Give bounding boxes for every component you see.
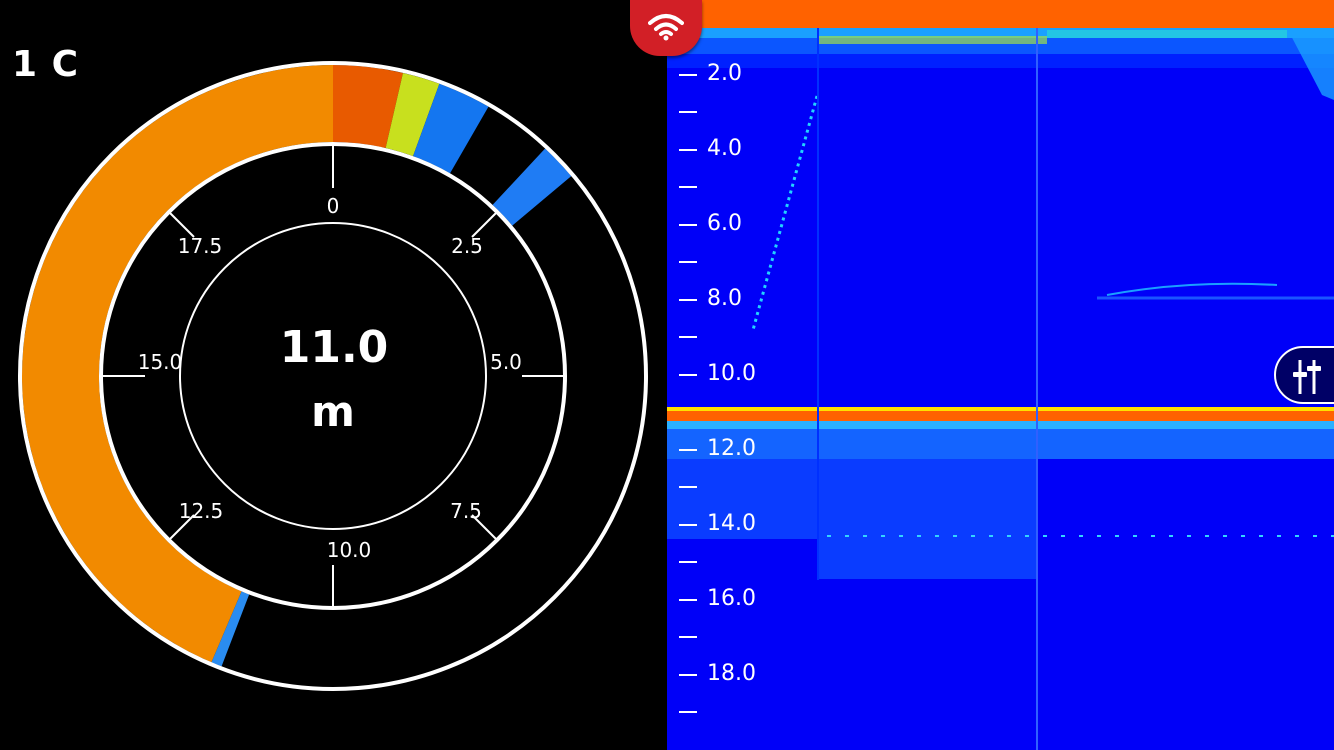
sliders-icon — [1293, 360, 1321, 394]
channel-label: 1 C — [12, 44, 80, 85]
depth-tick-dash — [679, 636, 697, 638]
depth-tick-dash — [679, 149, 697, 151]
flasher-dial: 0 2.5 5.0 7.5 10.0 12.5 15.0 17.5 11.0 m — [18, 61, 648, 691]
depth-tick-dash — [679, 111, 697, 113]
wifi-icon — [648, 14, 684, 41]
depth-tick-label: 6.0 — [707, 211, 742, 236]
depth-tick-dash — [679, 261, 697, 263]
depth-tick-dash — [679, 711, 697, 713]
dial-label-12-5: 12.5 — [179, 499, 224, 523]
depth-tick-label: 12.0 — [707, 436, 756, 461]
depth-tick-dash — [679, 524, 697, 526]
dial-label-2-5: 2.5 — [451, 234, 483, 258]
dial-label-7-5: 7.5 — [450, 499, 482, 523]
depth-tick-label: 2.0 — [707, 61, 742, 86]
depth-tick-dash — [679, 224, 697, 226]
depth-tick-dash — [679, 449, 697, 451]
depth-tick-dash — [679, 561, 697, 563]
depth-tick-dash — [679, 299, 697, 301]
depth-unit: m — [311, 387, 355, 436]
dial-center-ring — [179, 222, 487, 530]
dial-label-0: 0 — [327, 194, 340, 218]
dial-label-17-5: 17.5 — [178, 234, 223, 258]
settings-sliders-button[interactable] — [1274, 346, 1334, 404]
depth-tick-label: 14.0 — [707, 511, 756, 536]
depth-tick-label: 4.0 — [707, 136, 742, 161]
dial-label-10-0: 10.0 — [327, 538, 372, 562]
depth-tick-label: 10.0 — [707, 361, 756, 386]
dial-label-15-0: 15.0 — [138, 350, 183, 374]
depth-tick-dash — [679, 74, 697, 76]
depth-tick-label: 8.0 — [707, 286, 742, 311]
depth-tick-dash — [679, 674, 697, 676]
depth-tick-dash — [679, 186, 697, 188]
dial-label-5-0: 5.0 — [490, 350, 522, 374]
wifi-button[interactable] — [630, 0, 702, 56]
depth-tick-dash — [679, 599, 697, 601]
depth-tick-label: 16.0 — [707, 586, 756, 611]
sonar-history-panel: 2.0 4.0 6.0 8.0 10.0 12.0 14.0 16.0 18.0 — [667, 0, 1334, 750]
flasher-panel: 0 2.5 5.0 7.5 10.0 12.5 15.0 17.5 11.0 m… — [0, 0, 667, 750]
depth-tick-dash — [679, 336, 697, 338]
depth-tick-dash — [679, 374, 697, 376]
depth-scale: 2.0 4.0 6.0 8.0 10.0 12.0 14.0 16.0 18.0 — [667, 0, 787, 750]
depth-tick-dash — [679, 486, 697, 488]
depth-value: 11.0 — [280, 322, 389, 373]
depth-tick-label: 18.0 — [707, 661, 756, 686]
